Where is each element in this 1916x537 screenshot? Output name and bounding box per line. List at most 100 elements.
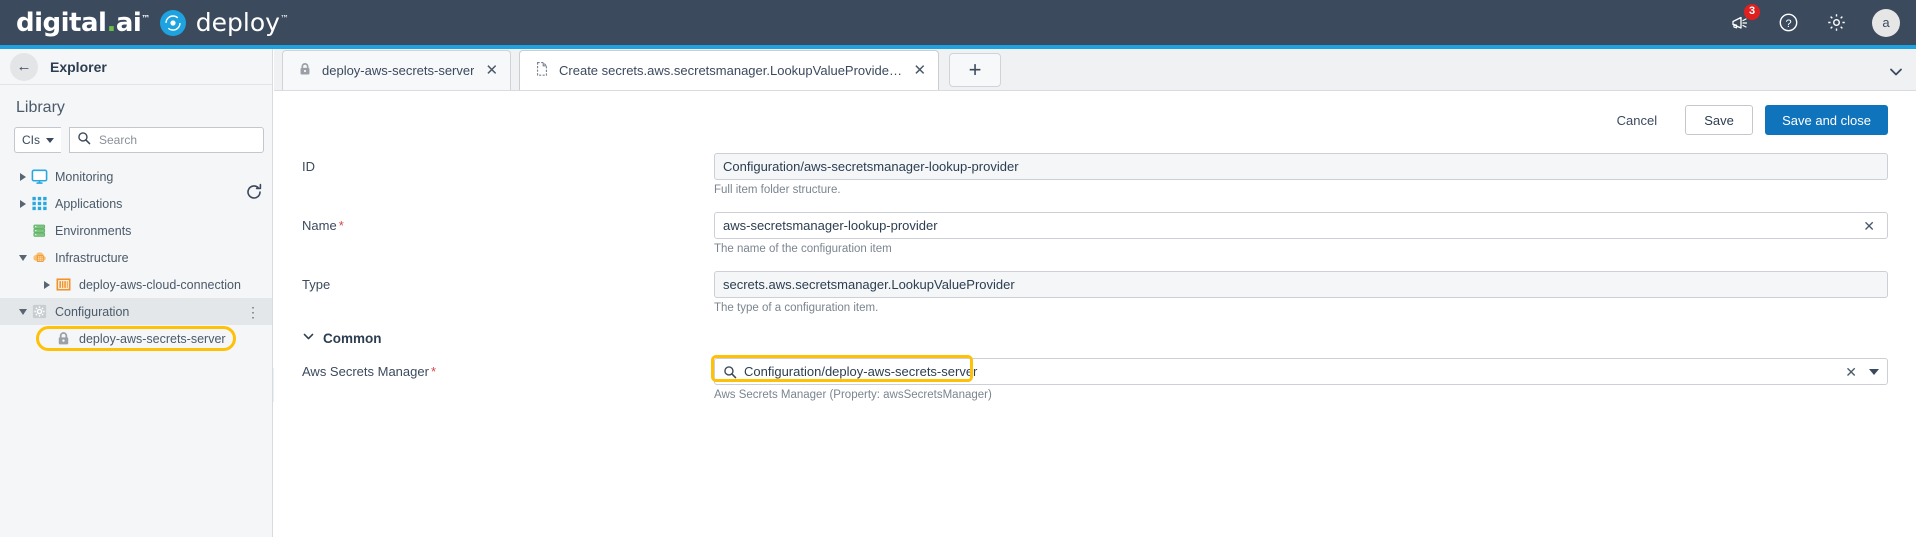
back-arrow-icon[interactable]: ← (10, 53, 38, 81)
form-field-type: Type secrets.aws.secretsmanager.LookupVa… (302, 271, 1888, 314)
field-label: Name* (302, 212, 714, 233)
required-marker: * (431, 364, 436, 379)
expand-chevron-icon[interactable] (16, 173, 30, 181)
save-and-close-button[interactable]: Save and close (1765, 105, 1888, 135)
form-field-name: Name* aws-secretsmanager-lookup-provider… (302, 212, 1888, 255)
tree-item-label: Environments (55, 224, 131, 238)
search-input[interactable] (97, 132, 256, 148)
tree-item-infrastructure[interactable]: Infrastructure (0, 244, 272, 271)
tree-item-label: deploy-aws-secrets-server (79, 332, 226, 346)
infrastructure-icon (30, 249, 48, 267)
editor-action-bar: Cancel Save Save and close (274, 91, 1916, 135)
chevron-down-icon[interactable] (1869, 369, 1879, 375)
id-input-value: Configuration/aws-secretsmanager-lookup-… (723, 159, 1879, 174)
chevron-down-icon (46, 138, 54, 143)
name-input-value: aws-secretsmanager-lookup-provider (723, 218, 1859, 233)
environments-icon (30, 222, 48, 240)
tab-label: deploy-aws-secrets-server (322, 63, 474, 78)
library-search-box[interactable] (69, 127, 264, 153)
library-search-row: CIs (0, 127, 272, 153)
close-icon[interactable]: ✕ (911, 63, 928, 78)
tree-item-monitoring[interactable]: Monitoring (0, 163, 272, 190)
ci-tree: Monitoring Applications Environments Inf… (0, 163, 272, 352)
save-button[interactable]: Save (1685, 105, 1753, 135)
explorer-title: Explorer (50, 59, 107, 75)
tab-deploy-aws-secrets-server[interactable]: deploy-aws-secrets-server ✕ (282, 50, 511, 90)
tree-item-environments[interactable]: Environments (0, 217, 272, 244)
form-field-aws-secrets-manager: Aws Secrets Manager* Configuration/deplo… (302, 358, 1888, 401)
clear-icon[interactable]: ✕ (1841, 365, 1861, 379)
required-marker: * (339, 218, 344, 233)
cis-filter-label: CIs (22, 133, 40, 147)
deploy-product-icon (160, 10, 186, 36)
tree-item-label: Monitoring (55, 170, 113, 184)
lock-icon (54, 330, 72, 348)
settings-gear-icon[interactable] (1824, 11, 1848, 35)
tree-item-label: deploy-aws-cloud-connection (79, 278, 241, 292)
field-helper-text: Aws Secrets Manager (Property: awsSecret… (714, 389, 1888, 401)
tree-item-configuration[interactable]: Configuration ⋮ (0, 298, 272, 325)
type-input[interactable]: secrets.aws.secretsmanager.LookupValuePr… (714, 271, 1888, 298)
top-bar: digital.ai™ deploy™ 3 ? a (0, 0, 1916, 45)
monitor-icon (30, 168, 48, 186)
field-label: Aws Secrets Manager* (302, 358, 714, 379)
chevron-down-icon[interactable] (1888, 64, 1904, 85)
field-helper-text: Full item folder structure. (714, 184, 1888, 196)
editor-tab-strip: deploy-aws-secrets-server ✕ Create secre… (274, 49, 1916, 91)
grid-apps-icon (30, 195, 48, 213)
section-label: Common (323, 331, 382, 346)
user-avatar[interactable]: a (1872, 9, 1900, 37)
cancel-button[interactable]: Cancel (1601, 105, 1673, 135)
container-icon (54, 276, 72, 294)
chevron-down-icon (302, 330, 315, 346)
tree-item-label: Infrastructure (55, 251, 129, 265)
digitalai-wordmark: digital.ai™ (16, 10, 150, 36)
type-input-value: secrets.aws.secretsmanager.LookupValuePr… (723, 277, 1879, 292)
tab-label: Create secrets.aws.secretsmanager.Lookup… (559, 63, 902, 79)
clear-icon[interactable]: ✕ (1859, 219, 1879, 233)
brand-logo[interactable]: digital.ai™ deploy™ (16, 10, 289, 36)
search-icon (723, 365, 737, 379)
expand-chevron-icon[interactable] (40, 281, 54, 289)
section-header-common[interactable]: Common (302, 330, 1888, 346)
collapse-chevron-icon[interactable] (16, 255, 30, 261)
explorer-sidebar: ← Explorer Library CIs Monitoring (0, 49, 273, 537)
cis-filter-select[interactable]: CIs (14, 127, 61, 153)
field-control: Configuration/deploy-aws-secrets-server … (714, 358, 1888, 401)
field-helper-text: The type of a configuration item. (714, 302, 1888, 314)
tree-item-label: Applications (55, 197, 122, 211)
expand-chevron-icon[interactable] (16, 200, 30, 208)
aws-secrets-manager-input[interactable]: Configuration/deploy-aws-secrets-server … (714, 358, 1888, 385)
announcements-badge: 3 (1744, 4, 1760, 20)
tree-item-label: Configuration (55, 305, 129, 319)
form-field-id: ID Configuration/aws-secretsmanager-look… (302, 153, 1888, 196)
configuration-gear-icon (30, 303, 48, 321)
close-icon[interactable]: ✕ (483, 63, 500, 78)
library-heading: Library (0, 85, 272, 127)
field-label: ID (302, 153, 714, 174)
explorer-header: ← Explorer (0, 49, 272, 85)
tab-create-lookup-value-provider[interactable]: Create secrets.aws.secretsmanager.Lookup… (519, 50, 939, 90)
collapse-chevron-icon[interactable] (16, 309, 30, 315)
announcements-icon[interactable]: 3 (1728, 11, 1752, 35)
field-control: aws-secretsmanager-lookup-provider ✕ The… (714, 212, 1888, 255)
svg-text:?: ? (1785, 18, 1791, 30)
field-control: secrets.aws.secretsmanager.LookupValuePr… (714, 271, 1888, 314)
ci-properties-form: ID Configuration/aws-secretsmanager-look… (274, 135, 1916, 401)
search-icon (77, 131, 91, 150)
field-helper-text: The name of the configuration item (714, 243, 1888, 255)
new-document-icon (534, 61, 550, 80)
add-tab-button[interactable]: + (949, 53, 1001, 87)
id-input[interactable]: Configuration/aws-secretsmanager-lookup-… (714, 153, 1888, 180)
field-control: Configuration/aws-secretsmanager-lookup-… (714, 153, 1888, 196)
top-bar-actions: 3 ? a (1728, 0, 1900, 45)
name-input[interactable]: aws-secretsmanager-lookup-provider ✕ (714, 212, 1888, 239)
lock-icon (297, 61, 313, 80)
tree-item-deploy-aws-secrets-server[interactable]: deploy-aws-secrets-server (0, 325, 272, 352)
tree-item-deploy-aws-cloud-connection[interactable]: deploy-aws-cloud-connection (0, 271, 272, 298)
editor-content: Cancel Save Save and close ID Configurat… (274, 91, 1916, 537)
tree-item-menu-icon[interactable]: ⋮ (246, 305, 260, 319)
help-icon[interactable]: ? (1776, 11, 1800, 35)
tree-item-applications[interactable]: Applications (0, 190, 272, 217)
aws-secrets-manager-value: Configuration/deploy-aws-secrets-server (744, 364, 1841, 379)
